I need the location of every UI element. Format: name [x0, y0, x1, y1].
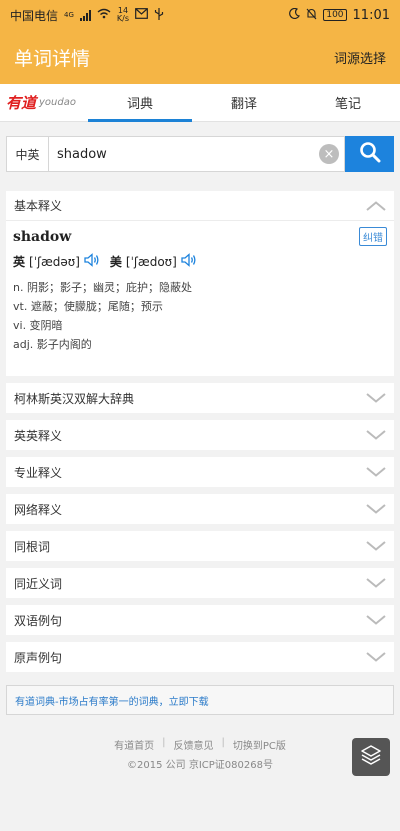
us-phonetic: [ˈʃædoʊ] [125, 254, 177, 269]
tab-notes[interactable]: 笔记 [296, 84, 400, 121]
floating-layers-button[interactable] [352, 738, 390, 776]
speed-unit: K/s [116, 14, 130, 23]
chevron-down-icon [366, 652, 386, 662]
clear-button[interactable]: × [314, 137, 344, 171]
report-error-button[interactable]: 纠错 [359, 227, 387, 246]
professional-definition-header[interactable]: 专业释义 [6, 457, 394, 487]
app-bar: 单词详情 词源选择 [0, 30, 400, 84]
footer-link-pc-version[interactable]: 切换到PC版 [233, 737, 286, 752]
copyright: ©2015 公司 京ICP证080268号 [127, 760, 273, 771]
tab-dictionary[interactable]: 词典 [88, 84, 192, 122]
basic-definition-header[interactable]: 基本释义 [6, 191, 394, 221]
chevron-down-icon [366, 504, 386, 514]
page-title: 单词详情 [14, 47, 91, 70]
collins-header[interactable]: 柯林斯英汉双解大辞典 [6, 383, 394, 413]
collins-section[interactable]: 柯林斯英汉双解大辞典 [6, 383, 394, 413]
wifi-icon [97, 8, 111, 22]
english-definition-section[interactable]: 英英释义 [6, 420, 394, 450]
definition-item: adj. 影子内阁的 [13, 338, 92, 351]
section-title: 柯林斯英汉双解大辞典 [14, 391, 135, 406]
speaker-uk-icon[interactable] [84, 253, 100, 270]
chevron-down-icon [366, 615, 386, 625]
speaker-us-icon[interactable] [181, 253, 197, 270]
uk-label: 英 [13, 255, 26, 269]
search-input[interactable] [49, 137, 314, 171]
us-label: 美 [109, 255, 122, 269]
search-button[interactable] [345, 136, 394, 172]
layers-icon [360, 744, 382, 770]
uk-phonetic: [ˈʃædəʊ] [29, 254, 80, 269]
definition-item: n. 阴影；影子；幽灵；庇护；隐蔽处 [13, 281, 192, 294]
professional-definition-section[interactable]: 专业释义 [6, 457, 394, 487]
search-bar: 中英 × [6, 136, 394, 172]
logo-cn-text: 有道 [6, 94, 37, 112]
carrier-label: 中国电信 [10, 8, 59, 23]
definition-item: vt. 遮蔽；使朦胧；尾随；预示 [13, 300, 163, 313]
footer-link-home[interactable]: 有道首页 [114, 737, 154, 752]
definition-item: vi. 变阴暗 [13, 319, 63, 332]
cognate-words-header[interactable]: 同根词 [6, 531, 394, 561]
mute-bell-icon [306, 8, 317, 23]
section-title: 同根词 [14, 539, 51, 554]
signal-icon [79, 9, 91, 21]
web-definition-header[interactable]: 网络释义 [6, 494, 394, 524]
network-speed: 14 K/s [117, 7, 129, 23]
bilingual-examples-section[interactable]: 双语例句 [6, 605, 394, 635]
section-title: 双语例句 [14, 613, 63, 628]
chevron-down-icon [366, 578, 386, 588]
battery-indicator: 100 [323, 9, 347, 21]
search-box: 中英 × [6, 136, 345, 172]
chevron-up-icon [366, 200, 386, 211]
headword: shadow [13, 229, 72, 245]
cognate-words-section[interactable]: 同根词 [6, 531, 394, 561]
language-selector[interactable]: 中英 [7, 137, 49, 171]
dictionary-source-button[interactable]: 词源选择 [334, 48, 386, 67]
footer-separator: | [221, 737, 225, 748]
download-banner-link[interactable]: 有道词典-市场占有率第一的词典，立即下载 [6, 685, 394, 715]
english-definition-header[interactable]: 英英释义 [6, 420, 394, 450]
clear-icon: × [319, 144, 339, 164]
tab-translate[interactable]: 翻译 [192, 84, 296, 121]
section-title: 同近义词 [14, 576, 63, 591]
moon-icon [289, 7, 301, 22]
usb-icon [154, 7, 164, 23]
section-title: 网络释义 [14, 502, 63, 517]
message-icon [135, 8, 148, 22]
chevron-down-icon [366, 393, 386, 403]
footer-links: 有道首页 | 反馈意见 | 切换到PC版 [0, 737, 400, 752]
clock: 11:01 [352, 7, 390, 23]
footer-separator: | [162, 737, 166, 748]
logo-en-text: youdao [39, 97, 76, 108]
bilingual-examples-header[interactable]: 双语例句 [6, 605, 394, 635]
footer-link-feedback[interactable]: 反馈意见 [173, 737, 213, 752]
basic-definition-section: 基本释义 shadow 纠错 英 [ˈʃædəʊ] 美 [ˈʃædoʊ] n. … [6, 191, 394, 376]
pronunciation-row: 英 [ˈʃædəʊ] 美 [ˈʃædoʊ] [13, 253, 387, 270]
section-title: 英英释义 [14, 428, 63, 443]
network-type: 4G [64, 11, 74, 19]
basic-definition-title: 基本释义 [14, 199, 63, 213]
chevron-down-icon [366, 430, 386, 440]
audio-examples-section[interactable]: 原声例句 [6, 642, 394, 672]
web-definition-section[interactable]: 网络释义 [6, 494, 394, 524]
audio-examples-header[interactable]: 原声例句 [6, 642, 394, 672]
basic-definition-body: shadow 纠错 英 [ˈʃædəʊ] 美 [ˈʃædoʊ] n. 阴影；影子… [6, 221, 394, 376]
chevron-down-icon [366, 541, 386, 551]
search-icon [359, 141, 381, 167]
status-bar: 中国电信 4G 14 K/s 100 11:01 [0, 0, 400, 30]
section-title: 原声例句 [14, 650, 63, 665]
section-title: 专业释义 [14, 465, 63, 480]
definition-list: n. 阴影；影子；幽灵；庇护；隐蔽处 vt. 遮蔽；使朦胧；尾随；预示 vi. … [13, 278, 387, 354]
tab-bar: 有道 youdao 词典 翻译 笔记 [0, 84, 400, 122]
chevron-down-icon [366, 467, 386, 477]
footer: 有道首页 | 反馈意见 | 切换到PC版 ©2015 公司 京ICP证08026… [0, 737, 400, 771]
synonyms-section[interactable]: 同近义词 [6, 568, 394, 598]
synonyms-header[interactable]: 同近义词 [6, 568, 394, 598]
youdao-logo: 有道 youdao [0, 84, 88, 121]
